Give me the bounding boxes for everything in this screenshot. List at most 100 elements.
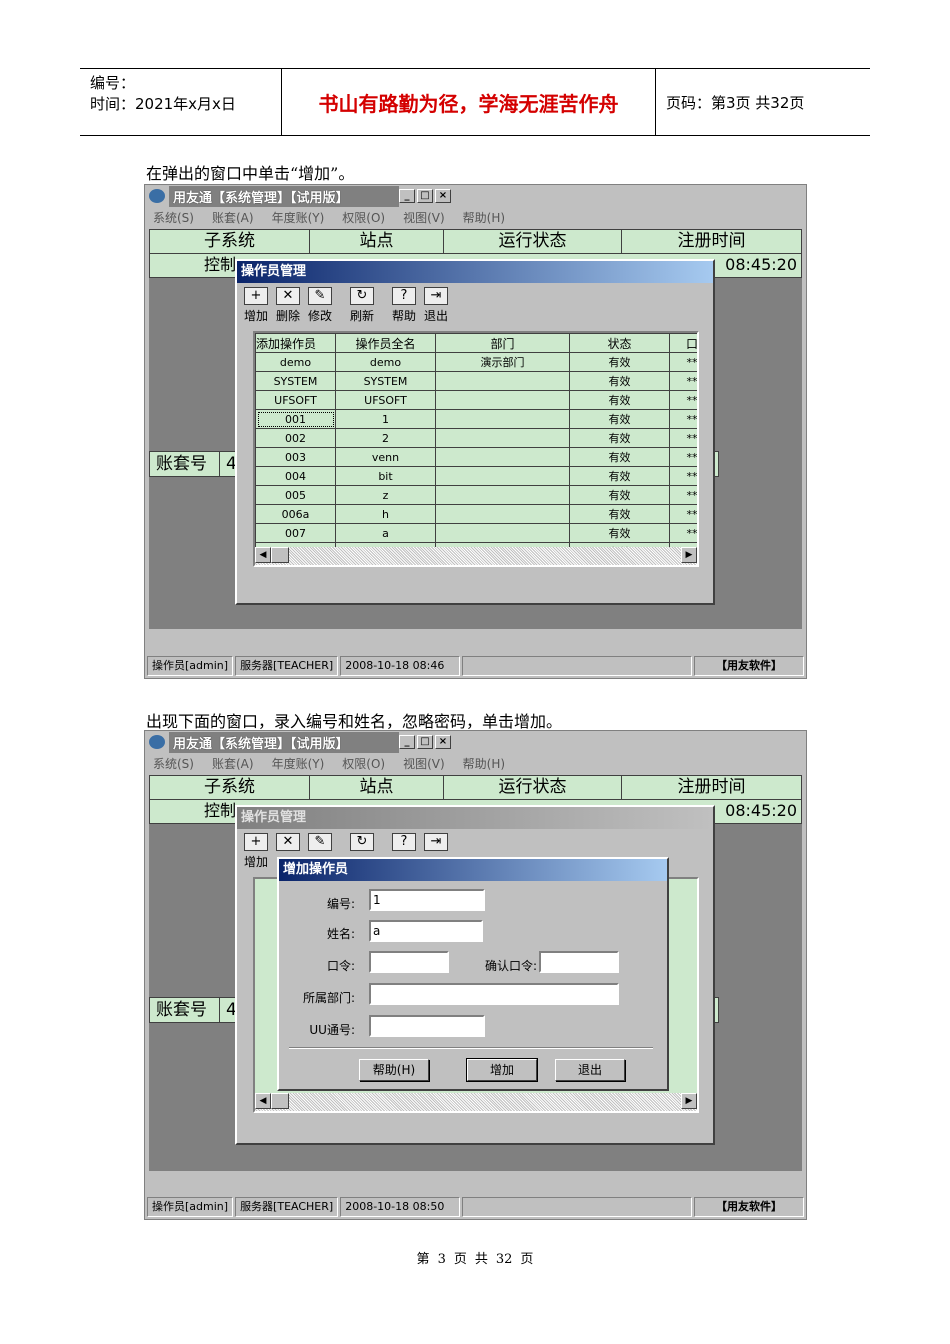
- maximize-button[interactable]: □: [417, 735, 433, 749]
- table-row[interactable]: 007 a 有效 **: [255, 523, 697, 543]
- uu-input[interactable]: [369, 1015, 485, 1037]
- col-dept: 部门: [435, 333, 570, 353]
- operator-dialog-title: 操作员管理: [237, 261, 713, 283]
- app-titlebar: 用友通【系统管理】【试用版】 _ □ ×: [145, 185, 806, 207]
- add-button[interactable]: + 增加: [241, 287, 271, 324]
- delete-button[interactable]: ✕ 删除: [273, 287, 303, 324]
- header-motto: 书山有路勤为径，学海无涯苦作舟: [282, 69, 656, 135]
- paragraph-2: 出现下面的窗口，录入编号和姓名，忽略密码，单击增加。: [146, 712, 563, 731]
- help-button[interactable]: ? 帮助: [389, 287, 419, 324]
- status-brand: 【用友软件】: [694, 656, 804, 676]
- table-cell: [435, 409, 570, 429]
- code-input[interactable]: 1: [369, 889, 485, 911]
- edit-icon: ✎: [308, 833, 332, 851]
- page-header: 编号： 时间：2021年x月x日 书山有路勤为径，学海无涯苦作舟 页码：第3页 …: [80, 68, 870, 136]
- menu-system[interactable]: 系统(S): [153, 209, 194, 226]
- add-icon: +: [244, 287, 268, 305]
- exit-button[interactable]: ⇥ 退出: [421, 287, 451, 324]
- grid-header: 子系统 站点 运行状态 注册时间: [149, 229, 802, 254]
- password-input[interactable]: [369, 951, 449, 973]
- table-cell: [435, 523, 570, 543]
- menu-help[interactable]: 帮助(H): [463, 755, 505, 772]
- menu-year[interactable]: 年度账(Y): [272, 755, 325, 772]
- menu-bar: 系统(S) 账套(A) 年度账(Y) 权限(O) 视图(V) 帮助(H): [145, 207, 806, 227]
- divider: [289, 1047, 653, 1049]
- col-subsystem: 子系统: [150, 230, 310, 253]
- col-subsystem: 子系统: [150, 776, 310, 799]
- status-bar: 操作员[admin] 服务器[TEACHER] 2008-10-18 08:46…: [145, 654, 806, 678]
- table-cell: **: [669, 466, 697, 486]
- menu-permission[interactable]: 权限(O): [342, 755, 385, 772]
- edit-button[interactable]: ✎ 修改: [305, 287, 335, 324]
- close-button[interactable]: ×: [435, 735, 451, 749]
- refresh-icon: ↻: [350, 287, 374, 305]
- add-button[interactable]: + 增加: [241, 833, 271, 870]
- screenshot-2: 用友通【系统管理】【试用版】 _ □ × 系统(S) 账套(A) 年度账(Y) …: [144, 730, 807, 1220]
- table-cell: [435, 504, 570, 524]
- table-row[interactable]: 004 bit 有效 **: [255, 466, 697, 486]
- exit-button[interactable]: 退出: [555, 1059, 625, 1081]
- confirm-password-input[interactable]: [539, 951, 619, 973]
- col-add-operator[interactable]: 添加操作员: [255, 333, 336, 353]
- minimize-button[interactable]: _: [399, 189, 415, 203]
- table-cell: 004: [255, 466, 336, 486]
- status-bar: 操作员[admin] 服务器[TEACHER] 2008-10-18 08:50…: [145, 1195, 806, 1219]
- close-button[interactable]: ×: [435, 189, 451, 203]
- table-row[interactable]: 003 venn 有效 **: [255, 447, 697, 467]
- table-row[interactable]: 002 2 有效 **: [255, 428, 697, 448]
- menu-account[interactable]: 账套(A): [212, 755, 254, 772]
- table-cell: 1: [335, 409, 436, 429]
- table-cell: **: [669, 485, 697, 505]
- menu-account[interactable]: 账套(A): [212, 209, 254, 226]
- add-operator-dialog: 增加操作员 编号: 1 姓名: a 口令: 确认口令: 所属部门: UU通号: …: [277, 857, 669, 1091]
- table-cell: 有效: [569, 504, 670, 524]
- menu-system[interactable]: 系统(S): [153, 755, 194, 772]
- table-row[interactable]: 005 z 有效 **: [255, 485, 697, 505]
- horizontal-scrollbar[interactable]: ◀ ▶: [255, 547, 697, 565]
- table-cell: 005: [255, 485, 336, 505]
- scroll-left-icon[interactable]: ◀: [255, 547, 271, 563]
- status-time: 2008-10-18 08:50: [340, 1197, 461, 1217]
- exit-icon: ⇥: [424, 287, 448, 305]
- table-row[interactable]: 001 1 有效 **: [255, 409, 697, 429]
- table-row[interactable]: SYSTEM SYSTEM 有效 **: [255, 371, 697, 391]
- help-button[interactable]: 帮助(H): [359, 1059, 429, 1081]
- dept-label: 所属部门:: [302, 991, 355, 1005]
- grid-header: 子系统 站点 运行状态 注册时间: [149, 775, 802, 800]
- table-row[interactable]: demo demo 演示部门 有效 **: [255, 352, 697, 372]
- refresh-button[interactable]: ↻ 刷新: [347, 287, 377, 324]
- minimize-button[interactable]: _: [399, 735, 415, 749]
- table-cell: [435, 447, 570, 467]
- add-confirm-button[interactable]: 增加: [466, 1058, 538, 1082]
- table-row[interactable]: 006a h 有效 **: [255, 504, 697, 524]
- table-cell: 有效: [569, 428, 670, 448]
- dept-input[interactable]: [369, 983, 619, 1005]
- scroll-thumb[interactable]: [271, 1093, 289, 1109]
- menu-permission[interactable]: 权限(O): [342, 209, 385, 226]
- scroll-thumb[interactable]: [271, 547, 289, 563]
- scroll-left-icon[interactable]: ◀: [255, 1093, 271, 1109]
- col-pwd: 口: [669, 333, 697, 353]
- menu-view[interactable]: 视图(V): [403, 755, 445, 772]
- status-server: 服务器[TEACHER]: [235, 1197, 339, 1217]
- scroll-right-icon[interactable]: ▶: [681, 547, 697, 563]
- menu-help[interactable]: 帮助(H): [463, 209, 505, 226]
- uu-label: UU通号:: [309, 1023, 355, 1037]
- maximize-button[interactable]: □: [417, 189, 433, 203]
- table-cell: 有效: [569, 371, 670, 391]
- table-cell: **: [669, 523, 697, 543]
- name-input[interactable]: a: [369, 920, 483, 942]
- menu-view[interactable]: 视图(V): [403, 209, 445, 226]
- col-status: 运行状态: [444, 230, 622, 253]
- horizontal-scrollbar[interactable]: ◀ ▶: [255, 1093, 697, 1111]
- scroll-right-icon[interactable]: ▶: [681, 1093, 697, 1109]
- table-cell: 002: [255, 428, 336, 448]
- status-blank: [462, 1197, 692, 1217]
- code-label: 编号:: [326, 897, 355, 911]
- table-cell: [435, 428, 570, 448]
- number-label: 编号：: [90, 74, 136, 92]
- header-page: 页码：第3页 共32页: [666, 93, 805, 112]
- table-cell: 006a: [255, 504, 336, 524]
- table-row[interactable]: UFSOFT UFSOFT 有效 **: [255, 390, 697, 410]
- menu-year[interactable]: 年度账(Y): [272, 209, 325, 226]
